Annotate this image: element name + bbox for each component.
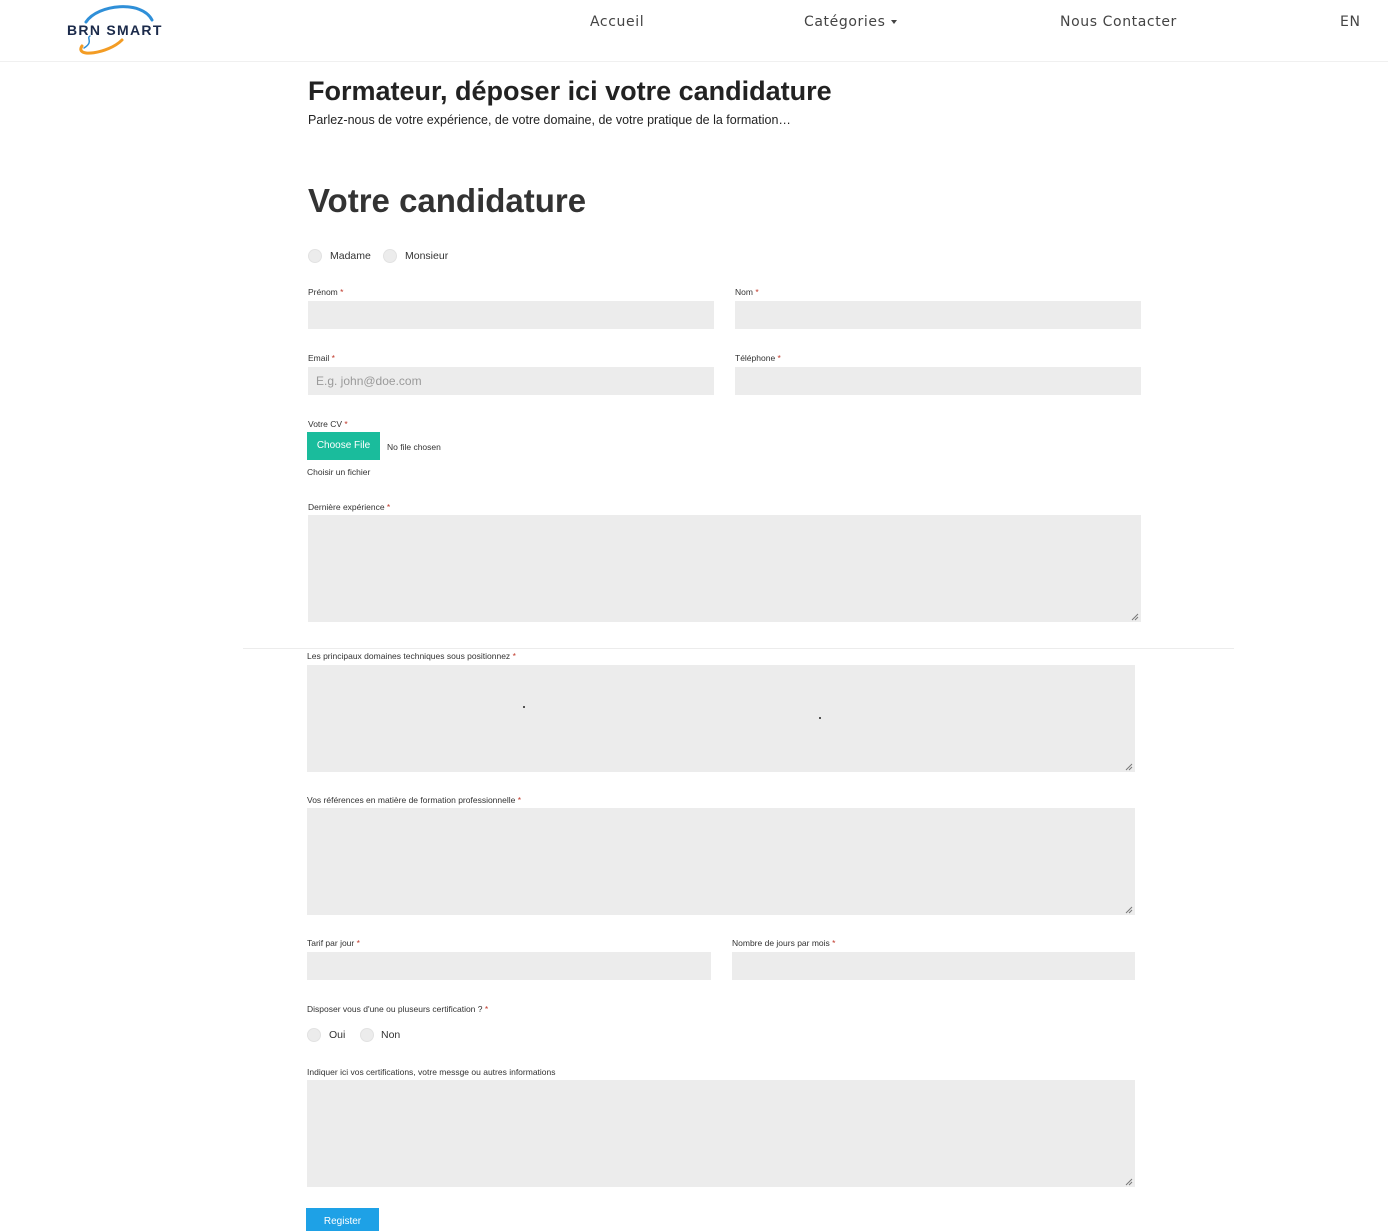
last-experience-textarea[interactable] (308, 515, 1141, 622)
last-experience-label: Dernière expérience * (308, 502, 390, 512)
required-mark: * (331, 353, 335, 363)
page-subtitle: Parlez-nous de votre expérience, de votr… (308, 113, 791, 127)
last-name-label-text: Nom (735, 287, 753, 297)
email-label-text: Email (308, 353, 330, 363)
chevron-down-icon (891, 20, 898, 24)
file-status-text: No file chosen (387, 442, 441, 452)
required-mark: * (777, 353, 781, 363)
certification-question: Disposer vous d'une ou pluseurs certific… (307, 1004, 488, 1014)
message-textarea[interactable] (307, 1080, 1135, 1187)
phone-label-text: Téléphone (735, 353, 776, 363)
required-mark: * (344, 419, 348, 429)
last-name-label: Nom * (735, 287, 759, 297)
cv-label: Votre CV * (308, 419, 348, 429)
required-mark: * (755, 287, 759, 297)
resize-grip-icon[interactable] (1124, 1177, 1133, 1186)
phone-input[interactable] (735, 367, 1141, 395)
radio-madame-label: Madame (330, 250, 371, 262)
references-textarea[interactable] (307, 808, 1135, 915)
stray-dot (523, 706, 525, 708)
resize-grip-icon[interactable] (1124, 905, 1133, 914)
first-name-label-text: Prénom (308, 287, 338, 297)
message-label: Indiquer ici vos certifications, votre m… (307, 1067, 556, 1077)
stray-dot (819, 717, 821, 719)
page-title: Formateur, déposer ici votre candidature (308, 76, 832, 106)
radio-certification-no[interactable] (360, 1028, 374, 1042)
brand-name: BRN SMART (67, 22, 163, 38)
resize-grip-icon[interactable] (1124, 762, 1133, 771)
radio-no-label: Non (381, 1029, 401, 1041)
references-label-text: Vos références en matière de formation p… (307, 795, 516, 805)
last-experience-label-text: Dernière expérience (308, 502, 385, 512)
radio-monsieur[interactable] (383, 249, 397, 263)
email-label: Email * (308, 353, 335, 363)
register-button[interactable]: Register (306, 1208, 379, 1231)
days-per-month-label: Nombre de jours par mois * (732, 938, 835, 948)
last-name-input[interactable] (735, 301, 1141, 329)
required-mark: * (484, 1004, 489, 1014)
days-per-month-input[interactable] (732, 952, 1135, 980)
domains-label: Les principaux domaines techniques sous … (307, 651, 516, 661)
domains-label-text: Les principaux domaines techniques sous … (307, 651, 511, 661)
nav-categories-dropdown[interactable]: Catégories (804, 14, 898, 30)
daily-rate-label-text: Tarif par jour (307, 938, 355, 948)
required-mark: * (356, 938, 360, 948)
references-label: Vos références en matière de formation p… (307, 795, 521, 805)
required-mark: * (832, 938, 836, 948)
email-input[interactable] (308, 367, 714, 395)
section-title: Votre candidature (308, 182, 587, 219)
language-switch[interactable]: EN (1340, 14, 1361, 30)
phone-label: Téléphone * (735, 353, 781, 363)
resize-grip-icon[interactable] (1130, 612, 1139, 621)
radio-yes-label: Oui (329, 1029, 346, 1041)
days-per-month-label-text: Nombre de jours par mois (732, 938, 830, 948)
cv-label-text: Votre CV (308, 419, 343, 429)
choose-file-button[interactable]: Choose File (307, 432, 380, 460)
required-mark: * (340, 287, 344, 297)
required-mark: * (386, 502, 391, 512)
domains-textarea[interactable] (307, 665, 1135, 772)
first-name-label: Prénom * (308, 287, 343, 297)
nav-contact-link[interactable]: Nous Contacter (1060, 14, 1177, 30)
brand-logo[interactable]: BRN SMART (64, 2, 190, 56)
first-name-input[interactable] (308, 301, 714, 329)
section-divider (243, 648, 1234, 649)
daily-rate-input[interactable] (307, 952, 711, 980)
certification-question-text: Disposer vous d'une ou pluseurs certific… (307, 1004, 483, 1014)
required-mark: * (512, 651, 516, 661)
radio-certification-yes[interactable] (307, 1028, 321, 1042)
top-navigation-bar: BRN SMART Accueil Catégories Nous Contac… (0, 0, 1388, 62)
nav-home-link[interactable]: Accueil (590, 14, 644, 30)
radio-madame[interactable] (308, 249, 322, 263)
nav-categories-label: Catégories (804, 14, 886, 30)
radio-monsieur-label: Monsieur (405, 250, 449, 262)
required-mark: * (517, 795, 522, 805)
daily-rate-label: Tarif par jour * (307, 938, 360, 948)
file-hint-text: Choisir un fichier (307, 467, 371, 477)
